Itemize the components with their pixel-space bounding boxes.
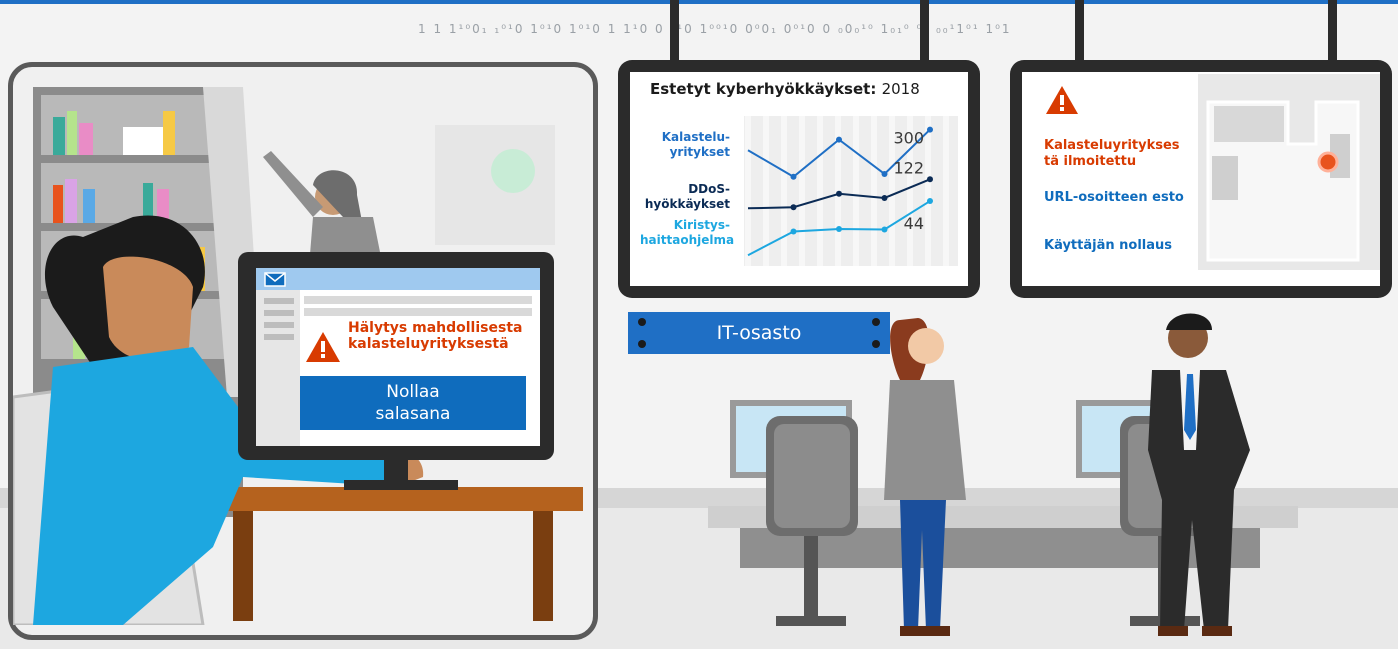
data-point <box>790 173 797 180</box>
action-phishing-reported: Kalasteluyritykses tä ilmoitettu <box>1044 138 1180 169</box>
folder-item[interactable] <box>264 310 294 316</box>
office-chair-back <box>774 424 850 528</box>
warning-icon <box>306 332 340 362</box>
line-chart: 300 122 44 <box>744 116 958 266</box>
data-point <box>927 126 933 133</box>
data-point <box>881 226 888 233</box>
window <box>435 125 555 245</box>
monitor-base <box>344 480 458 490</box>
monitor-mount <box>670 0 679 62</box>
phishing-alert-text: Hälytys mahdollisesta kalasteluyritykses… <box>348 320 523 352</box>
chair-base <box>776 616 846 626</box>
map-room <box>1214 106 1284 142</box>
data-point <box>790 204 797 211</box>
desk-leg <box>233 511 253 621</box>
series-label-phishing: Kalastelu-yritykset <box>661 130 730 159</box>
desk-leg <box>533 511 553 621</box>
chair-stem <box>804 536 818 616</box>
monitor-stand <box>384 460 408 482</box>
reset-password-label: Nollaa salasana <box>375 382 451 424</box>
series-label-ransomware: Kiristys-haittaohjelma <box>640 218 735 247</box>
data-label: 122 <box>893 158 924 177</box>
warning-icon <box>1046 86 1078 114</box>
monitor-mount <box>1075 0 1084 62</box>
folder-item[interactable] <box>264 298 294 304</box>
data-point <box>836 225 842 232</box>
chart-title-text: Estetyt kyberhyökkäykset <box>650 80 871 98</box>
data-point <box>836 136 842 143</box>
desk-top <box>203 487 583 511</box>
series-label-ddos: DDoS-hyökkäykset <box>644 182 730 211</box>
map-room <box>1212 156 1238 200</box>
data-point <box>881 170 888 177</box>
data-point <box>927 198 933 205</box>
person-woman <box>884 318 966 636</box>
chart-title-year: 2018 <box>881 80 920 98</box>
data-point <box>836 190 842 197</box>
message-row[interactable] <box>304 308 532 316</box>
person-reaching <box>263 151 383 267</box>
top-accent-bar <box>0 0 1398 4</box>
action-user-reset: Käyttäjän nollaus <box>1044 238 1172 253</box>
email-titlebar <box>256 268 540 290</box>
data-label: 300 <box>893 129 924 148</box>
monitor-mount <box>920 0 929 62</box>
monitor-mount <box>1328 0 1337 62</box>
folder-item[interactable] <box>264 322 294 328</box>
chart-title: Estetyt kyberhyökkäykset: 2018 <box>650 80 920 98</box>
data-point <box>790 228 797 235</box>
location-pin-icon <box>1317 151 1339 173</box>
reset-password-button[interactable]: Nollaa salasana <box>300 376 526 430</box>
it-office-scene <box>708 313 1298 636</box>
person-man <box>1148 313 1250 636</box>
map-thumbnail <box>1198 74 1380 270</box>
action-url-blocked: URL-osoitteen esto <box>1044 190 1184 205</box>
folder-item[interactable] <box>264 334 294 340</box>
window-tree <box>491 149 535 193</box>
message-row[interactable] <box>304 296 532 304</box>
data-point <box>927 176 933 183</box>
data-point <box>881 194 888 201</box>
mail-icon[interactable] <box>264 272 286 287</box>
data-label: 44 <box>904 214 924 233</box>
